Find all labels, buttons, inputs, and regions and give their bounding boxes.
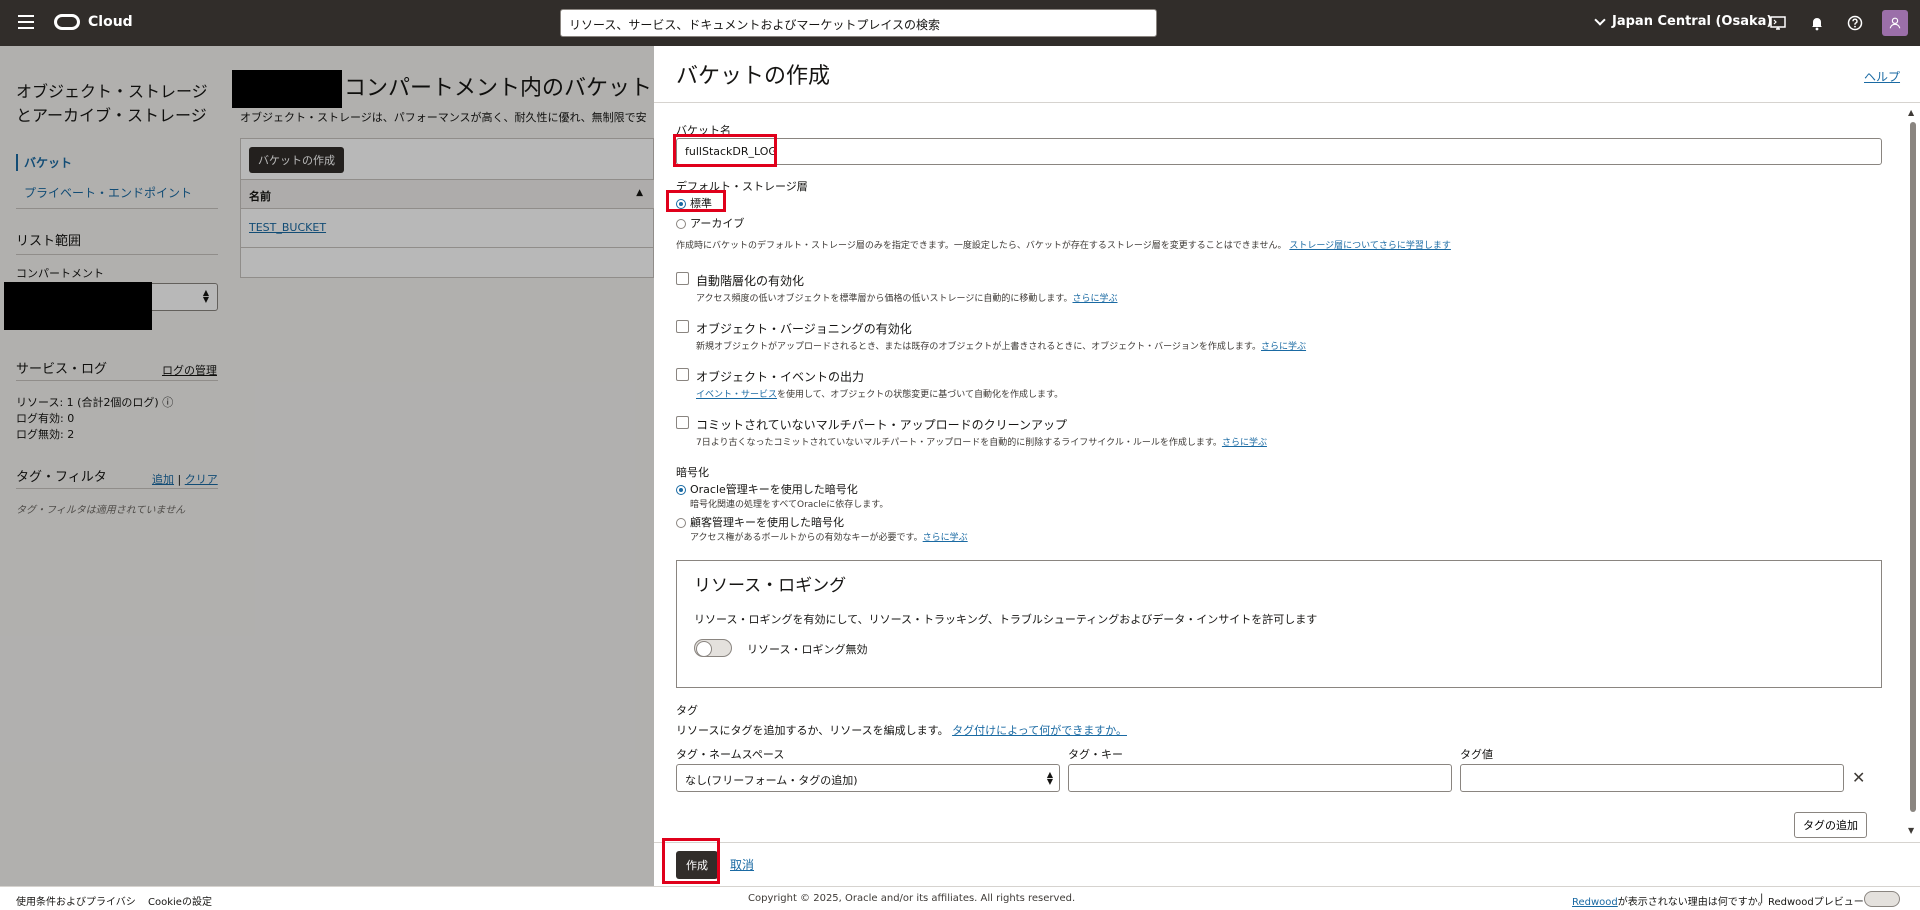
page-footer: 使用条件およびプライバシ Cookieの設定 Copyright © 2025,…: [0, 886, 1920, 910]
menu-icon[interactable]: [18, 15, 34, 29]
auto-tiering-hint: アクセス頻度の低いオブジェクトを標準層から価格の低いストレージに自動的に移動しま…: [696, 294, 1118, 304]
multipart-cleanup-checkbox[interactable]: [676, 416, 689, 429]
tag-key-input[interactable]: [1068, 764, 1452, 792]
logging-description: リソース・ロギングを有効にして、リソース・トラッキング、トラブルシューティングお…: [694, 613, 1318, 626]
terms-link[interactable]: 使用条件およびプライバシ: [16, 893, 136, 908]
tag-value-input[interactable]: [1460, 764, 1844, 792]
storage-tier-learn-link[interactable]: ストレージ層についてさらに学習します: [1289, 241, 1451, 251]
divider: [654, 842, 1920, 843]
auto-tiering-checkbox[interactable]: [676, 272, 689, 285]
redwood-preview-toggle[interactable]: [1864, 891, 1900, 907]
logging-toggle[interactable]: [694, 639, 732, 657]
create-bucket-panel: バケットの作成 ヘルプ バケット名 fullStackDR_LOG デフォルト・…: [654, 46, 1920, 886]
enc-customer-hint: アクセス権があるボールトからの有効なキーが必要です。さらに学ぶ: [690, 533, 968, 543]
cloud-shell-icon[interactable]: [1769, 14, 1787, 32]
versioning-learn-link[interactable]: さらに学ぶ: [1261, 342, 1306, 352]
versioning-checkbox[interactable]: [676, 320, 689, 333]
encryption-label: 暗号化: [676, 466, 709, 479]
bell-icon[interactable]: [1808, 14, 1826, 32]
cancel-link[interactable]: 取消: [730, 856, 754, 873]
resource-logging-box: リソース・ロギング リソース・ロギングを有効にして、リソース・トラッキング、トラ…: [676, 560, 1882, 688]
object-events-hint: イベント・サービスを使用して、オブジェクトの状態変更に基づいて自動化を作成します…: [696, 390, 1064, 400]
redwood-preview-label: Redwoodプレビュー: [1768, 897, 1864, 908]
multipart-cleanup-hint: 7日より古くなったコミットされていないマルチパート・アップロードを自動的に削除す…: [696, 438, 1267, 448]
radio-selected-icon: [676, 485, 686, 495]
close-icon[interactable]: ✕: [1852, 768, 1865, 787]
user-icon[interactable]: [1882, 10, 1908, 36]
global-search-input[interactable]: リソース、サービス、ドキュメントおよびマーケットプレイスの検索: [560, 9, 1157, 37]
radio-icon: [676, 219, 686, 229]
multipart-learn-link[interactable]: さらに学ぶ: [1222, 438, 1267, 448]
scroll-down-icon[interactable]: ▼: [1908, 826, 1914, 835]
highlight-box: [673, 134, 777, 167]
bucket-name-input[interactable]: fullStackDR_LOG: [676, 138, 1882, 165]
scroll-up-icon[interactable]: ▲: [1908, 108, 1914, 117]
region-label: Japan Central (Osaka): [1612, 14, 1773, 29]
logging-toggle-label: リソース・ロギング無効: [747, 643, 868, 656]
object-events-title: オブジェクト・イベントの出力: [696, 370, 865, 384]
tag-namespace-select[interactable]: なし(フリーフォーム・タグの追加) ▲ ▼: [676, 764, 1060, 792]
highlight-box: [666, 190, 726, 212]
versioning-title: オブジェクト・バージョニングの有効化: [696, 322, 912, 336]
help-icon[interactable]: [1846, 14, 1864, 32]
tier-archive-radio[interactable]: アーカイブ: [676, 215, 744, 231]
radio-icon: [676, 518, 686, 528]
brand-label: Cloud: [88, 14, 133, 30]
events-service-link[interactable]: イベント・サービス: [696, 390, 777, 400]
redwood-note: Redwoodが表示されない理由は何ですか。: [1572, 897, 1768, 908]
panel-scrollbar[interactable]: ▲ ▼: [1908, 108, 1918, 838]
chevron-down-icon: [1594, 13, 1606, 26]
auto-tiering-learn-link[interactable]: さらに学ぶ: [1072, 294, 1117, 304]
panel-title: バケットの作成: [676, 64, 831, 89]
enc-oracle-hint: 暗号化関連の処理をすべてOracleに依存します。: [690, 500, 889, 510]
auto-tiering-title: 自動階層化の有効化: [696, 274, 805, 288]
tier-hint: 作成時にバケットのデフォルト・ストレージ層のみを指定できます。一度設定したら、バ…: [676, 241, 1451, 251]
tag-value-label: タグ値: [1460, 748, 1493, 761]
enc-customer-learn-link[interactable]: さらに学ぶ: [923, 533, 968, 543]
tags-learn-link[interactable]: タグ付けによって何ができますか。: [952, 724, 1127, 737]
region-selector[interactable]: Japan Central (Osaka): [1594, 13, 1773, 29]
scroll-thumb[interactable]: [1910, 122, 1916, 812]
highlight-box: [662, 838, 720, 884]
cookie-settings-link[interactable]: Cookieの設定: [148, 893, 212, 908]
tags-label: タグ: [676, 704, 698, 717]
tag-key-label: タグ・キー: [1068, 748, 1123, 761]
enc-oracle-radio[interactable]: Oracle管理キーを使用した暗号化: [676, 481, 858, 497]
oracle-logo-icon: [54, 14, 80, 30]
updown-icon: ▲ ▼: [1046, 770, 1053, 786]
redwood-link[interactable]: Redwood: [1572, 897, 1618, 908]
tags-description: リソースにタグを追加するか、リソースを編成します。 タグ付けによって何ができます…: [676, 724, 1127, 737]
logging-title: リソース・ロギング: [694, 576, 847, 596]
versioning-hint: 新規オブジェクトがアップロードされるとき、または既存のオブジェクトが上書きされる…: [696, 342, 1307, 352]
add-tag-button[interactable]: タグの追加: [1794, 812, 1867, 838]
separator: |: [1760, 893, 1764, 904]
top-bar: Cloud リソース、サービス、ドキュメントおよびマーケットプレイスの検索 Ja…: [0, 0, 1920, 46]
modal-overlay[interactable]: [0, 46, 654, 886]
enc-customer-radio[interactable]: 顧客管理キーを使用した暗号化: [676, 514, 844, 530]
multipart-cleanup-title: コミットされていないマルチパート・アップロードのクリーンアップ: [696, 418, 1068, 432]
tag-namespace-label: タグ・ネームスペース: [676, 748, 785, 761]
oracle-cloud-logo[interactable]: Cloud: [54, 14, 133, 30]
copyright-text: Copyright © 2025, Oracle and/or its affi…: [748, 893, 1076, 904]
help-link[interactable]: ヘルプ: [1864, 68, 1900, 85]
divider: [654, 102, 1920, 103]
object-events-checkbox[interactable]: [676, 368, 689, 381]
